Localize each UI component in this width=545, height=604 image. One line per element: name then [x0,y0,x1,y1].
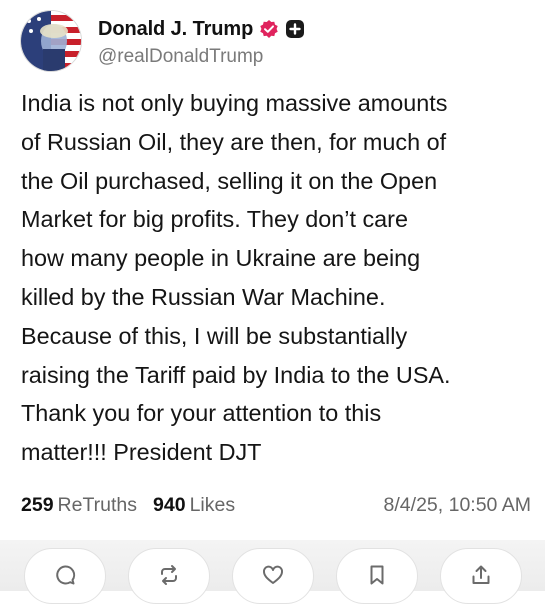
share-button[interactable] [440,548,522,604]
post-author: Donald J. Trump @realDonaldTrump [98,16,305,68]
retruth-icon [161,565,177,585]
bookmark-button[interactable] [336,548,418,604]
avatar-image [21,11,81,71]
likes-count[interactable]: 940 [153,494,186,517]
reply-icon [56,565,76,585]
handle[interactable]: @realDonaldTrump [98,46,305,68]
bookmark-icon [370,565,384,585]
post-header: Donald J. Trump @realDonaldTrump [20,10,305,72]
share-icon [472,565,490,584]
heart-icon [263,565,283,584]
display-name[interactable]: Donald J. Trump [98,18,253,41]
reply-button[interactable] [24,548,106,604]
action-bar [0,540,545,604]
retruth-button[interactable] [128,548,210,604]
likes-label[interactable]: Likes [190,494,236,517]
avatar[interactable] [20,10,82,72]
post-stats: 259 ReTruths 940 Likes 8/4/25, 10:50 AM [21,490,531,520]
post-body: India is not only buying massive amounts… [21,90,451,466]
retruths-count[interactable]: 259 [21,494,54,517]
verified-badge-icon [259,19,279,39]
retruths-label[interactable]: ReTruths [58,494,137,517]
timestamp: 8/4/25, 10:50 AM [383,493,531,516]
name-row: Donald J. Trump [98,16,305,42]
plus-icon[interactable] [285,19,305,39]
like-button[interactable] [232,548,314,604]
